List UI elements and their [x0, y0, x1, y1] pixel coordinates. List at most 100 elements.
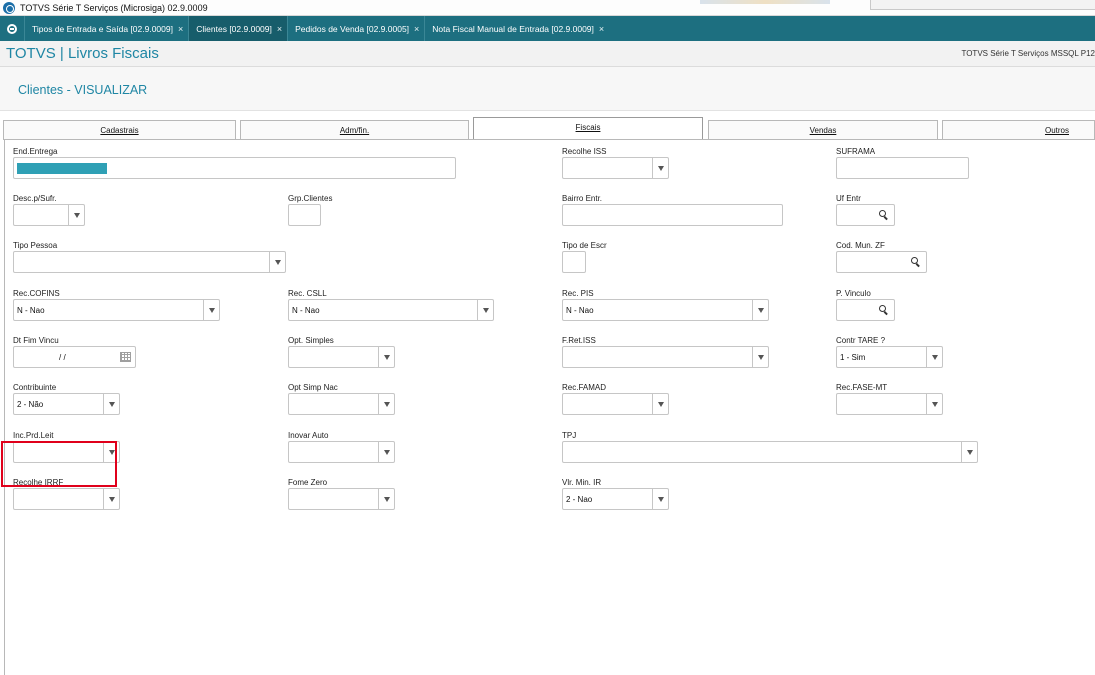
rec-famad-label: Rec.FAMAD [562, 383, 607, 392]
close-icon[interactable]: × [414, 24, 419, 34]
highlight-box [1, 441, 117, 487]
window-title-bar: TOTVS Série T Serviços (Microsiga) 02.9.… [0, 0, 1095, 16]
chevron-down-icon[interactable] [961, 442, 977, 462]
grp-clientes-label: Grp.Clientes [288, 194, 333, 203]
cod-mun-zf-input[interactable] [836, 251, 927, 273]
suframa-label: SUFRAMA [836, 147, 876, 156]
search-icon[interactable] [878, 304, 890, 316]
title-bar-decoration [700, 0, 830, 4]
close-icon[interactable]: × [599, 24, 604, 34]
tipo-escr-label: Tipo de Escr [562, 241, 607, 250]
p-vinculo-input[interactable] [836, 299, 895, 321]
tab-pedidos-venda[interactable]: Pedidos de Venda [02.9.0005] × [287, 16, 424, 41]
totvs-app-icon [3, 1, 15, 14]
opt-simples-label: Opt. Simples [288, 336, 334, 345]
tab-clientes[interactable]: Clientes [02.9.0009] × [188, 16, 288, 41]
recolhe-iss-label: Recolhe ISS [562, 147, 607, 156]
vlr-min-ir-label: Vlr. Min. IR [562, 478, 602, 487]
chevron-down-icon[interactable] [103, 394, 119, 414]
f-ret-iss-select[interactable] [562, 346, 769, 368]
chevron-down-icon[interactable] [752, 300, 768, 320]
chevron-down-icon[interactable] [103, 489, 119, 509]
p-vinculo-label: P. Vinculo [836, 289, 871, 298]
bairro-entr-input[interactable] [562, 204, 783, 226]
cod-mun-zf-label: Cod. Mun. ZF [836, 241, 885, 250]
rec-pis-select[interactable]: N - Nao [562, 299, 769, 321]
rec-fase-mt-label: Rec.FASE-MT [836, 383, 888, 392]
bairro-entr-label: Bairro Entr. [562, 194, 603, 203]
folder-tab-fiscais[interactable]: Fiscais [473, 117, 703, 140]
chevron-down-icon[interactable] [652, 394, 668, 414]
rec-cofins-select[interactable]: N - Nao [13, 299, 220, 321]
contribuinte-select[interactable]: 2 - Não [13, 393, 120, 415]
window-title: TOTVS Série T Serviços (Microsiga) 02.9.… [20, 2, 208, 13]
desc-sufr-label: Desc.p/Sufr. [13, 194, 57, 203]
fome-zero-label: Fome Zero [288, 478, 328, 487]
end-entrega-label: End.Entrega [13, 147, 58, 156]
rec-csll-label: Rec. CSLL [288, 289, 327, 298]
chevron-down-icon[interactable] [652, 158, 668, 178]
tab-tipos-entrada-saida[interactable]: Tipos de Entrada e Saída [02.9.0009] × [24, 16, 188, 41]
tpj-select[interactable] [562, 441, 978, 463]
fome-zero-select[interactable] [288, 488, 395, 510]
module-title: TOTVS | Livros Fiscais [6, 45, 159, 62]
chevron-down-icon[interactable] [378, 489, 394, 509]
close-icon[interactable]: × [277, 24, 282, 34]
suframa-input[interactable] [836, 157, 969, 179]
environment-info: TOTVS Série T Serviços MSSQL P12 [961, 49, 1095, 58]
search-icon[interactable] [878, 209, 890, 221]
chevron-down-icon[interactable] [68, 205, 84, 225]
tipo-pessoa-label: Tipo Pessoa [13, 241, 58, 250]
inc-prd-leit-label: Inc.Prd.Leit [13, 431, 54, 440]
folder-tab-cadastrais[interactable]: Cadastrais [3, 120, 236, 140]
contr-tare-label: Contr TARE ? [836, 336, 886, 345]
chevron-down-icon[interactable] [926, 347, 942, 367]
tipo-escr-input[interactable] [562, 251, 586, 273]
folder-tab-outros[interactable]: Outros [942, 120, 1095, 140]
opt-simp-nac-select[interactable] [288, 393, 395, 415]
tipo-pessoa-select[interactable] [13, 251, 286, 273]
tab-nota-fiscal-entrada[interactable]: Nota Fiscal Manual de Entrada [02.9.0009… [424, 16, 609, 41]
desc-sufr-select[interactable] [13, 204, 85, 226]
chevron-down-icon[interactable] [378, 442, 394, 462]
rec-famad-select[interactable] [562, 393, 669, 415]
dt-fim-vincu-label: Dt Fim Vincu [13, 336, 59, 345]
contribuinte-label: Contribuinte [13, 383, 57, 392]
chevron-down-icon[interactable] [477, 300, 493, 320]
end-entrega-input[interactable] [13, 157, 456, 179]
folder-tab-vendas[interactable]: Vendas [708, 120, 938, 140]
chevron-down-icon[interactable] [269, 252, 285, 272]
dt-fim-vincu-input[interactable]: / / [13, 346, 136, 368]
contr-tare-select[interactable]: 1 - Sim [836, 346, 943, 368]
home-icon[interactable] [0, 16, 24, 41]
title-bar-panel [870, 0, 1095, 10]
opt-simples-select[interactable] [288, 346, 395, 368]
close-icon[interactable]: × [178, 24, 183, 34]
module-header: TOTVS | Livros Fiscais TOTVS Série T Ser… [0, 41, 1095, 67]
calendar-icon[interactable] [120, 352, 131, 362]
search-icon[interactable] [910, 256, 922, 268]
app-window: TOTVS Série T Serviços (Microsiga) 02.9.… [0, 0, 1095, 675]
recolhe-iss-select[interactable] [562, 157, 669, 179]
recolhe-irrf-select[interactable] [13, 488, 120, 510]
rec-fase-mt-select[interactable] [836, 393, 943, 415]
tpj-label: TPJ [562, 431, 577, 440]
chevron-down-icon[interactable] [652, 489, 668, 509]
chevron-down-icon[interactable] [378, 347, 394, 367]
rec-csll-select[interactable]: N - Nao [288, 299, 494, 321]
chevron-down-icon[interactable] [752, 347, 768, 367]
chevron-down-icon[interactable] [378, 394, 394, 414]
chevron-down-icon[interactable] [203, 300, 219, 320]
rec-pis-label: Rec. PIS [562, 289, 594, 298]
page-header: Clientes - VISUALIZAR [0, 67, 1095, 111]
f-ret-iss-label: F.Ret.ISS [562, 336, 596, 345]
uf-entr-input[interactable] [836, 204, 895, 226]
page-title: Clientes - VISUALIZAR [18, 83, 148, 97]
inovar-auto-select[interactable] [288, 441, 395, 463]
inovar-auto-label: Inovar Auto [288, 431, 329, 440]
app-tab-strip: Tipos de Entrada e Saída [02.9.0009] × C… [0, 16, 1095, 41]
vlr-min-ir-select[interactable]: 2 - Nao [562, 488, 669, 510]
folder-tab-adm-fin[interactable]: Adm/fin. [240, 120, 469, 140]
chevron-down-icon[interactable] [926, 394, 942, 414]
grp-clientes-input[interactable] [288, 204, 321, 226]
